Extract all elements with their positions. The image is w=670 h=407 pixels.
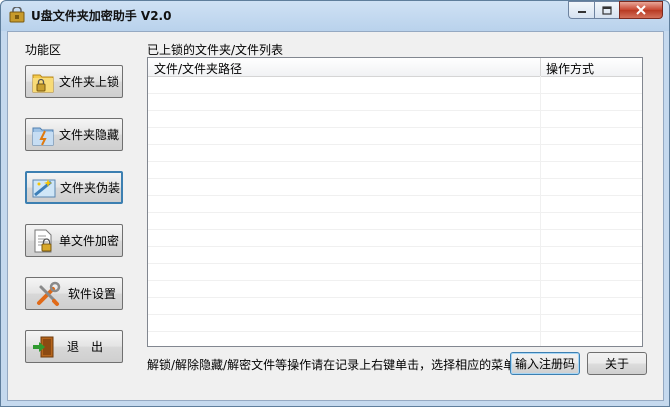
settings-button[interactable]: 软件设置 bbox=[25, 277, 123, 310]
file-encrypt-icon bbox=[29, 227, 57, 255]
app-key-icon bbox=[9, 6, 25, 23]
row-gridline bbox=[148, 161, 642, 162]
folder-disguise-icon bbox=[30, 174, 58, 202]
row-gridline bbox=[148, 280, 642, 281]
lock-folder-button[interactable]: 文件夹上锁 bbox=[25, 65, 123, 98]
row-gridline bbox=[148, 314, 642, 315]
window-controls bbox=[568, 1, 663, 20]
row-gridline bbox=[148, 93, 642, 94]
main-window: U盘文件夹加密助手 V2.0 功能区 文件夹上锁 文件夹隐藏 文件夹伪装 单文件… bbox=[0, 0, 670, 407]
locked-items-list[interactable]: 文件/文件夹路径 操作方式 bbox=[147, 57, 643, 347]
encrypt-file-button[interactable]: 单文件加密 bbox=[25, 224, 123, 257]
minimize-icon bbox=[577, 11, 586, 13]
list-title: 已上锁的文件夹/文件列表 bbox=[147, 43, 284, 57]
row-gridline bbox=[148, 178, 642, 179]
folder-hide-icon bbox=[29, 121, 57, 149]
client-area: 功能区 文件夹上锁 文件夹隐藏 文件夹伪装 单文件加密 软件设置 退 出 已上锁… bbox=[7, 31, 664, 401]
maximize-button[interactable] bbox=[594, 1, 619, 19]
row-gridline bbox=[148, 195, 642, 196]
sidebar-group-label: 功能区 bbox=[25, 43, 62, 57]
exit-button[interactable]: 退 出 bbox=[25, 330, 123, 363]
about-label: 关于 bbox=[604, 357, 629, 371]
disguise-folder-label: 文件夹伪装 bbox=[60, 181, 121, 195]
folder-lock-icon bbox=[29, 68, 57, 96]
register-button[interactable]: 输入注册码 bbox=[510, 352, 580, 375]
row-gridline bbox=[148, 229, 642, 230]
settings-label: 软件设置 bbox=[68, 287, 117, 301]
minimize-button[interactable] bbox=[568, 1, 594, 19]
disguise-folder-button[interactable]: 文件夹伪装 bbox=[25, 171, 123, 204]
maximize-icon bbox=[602, 5, 612, 15]
row-gridline bbox=[148, 297, 642, 298]
exit-label: 退 出 bbox=[67, 340, 104, 354]
operation-hint: 解锁/解除隐藏/解密文件等操作请在记录上右键单击，选择相应的菜单。 bbox=[147, 358, 528, 372]
column-header-path[interactable]: 文件/文件夹路径 bbox=[154, 60, 242, 77]
window-title: U盘文件夹加密助手 V2.0 bbox=[31, 9, 172, 23]
about-button[interactable]: 关于 bbox=[587, 352, 647, 375]
column-gridline bbox=[540, 76, 541, 346]
row-gridline bbox=[148, 331, 642, 332]
list-header: 文件/文件夹路径 操作方式 bbox=[148, 58, 642, 77]
row-gridline bbox=[148, 246, 642, 247]
row-gridline bbox=[148, 110, 642, 111]
tools-icon bbox=[34, 280, 62, 308]
row-gridline bbox=[148, 263, 642, 264]
column-header-operation[interactable]: 操作方式 bbox=[546, 60, 594, 77]
hide-folder-label: 文件夹隐藏 bbox=[59, 128, 120, 142]
close-button[interactable] bbox=[619, 1, 663, 19]
column-divider[interactable] bbox=[540, 58, 541, 76]
register-label: 输入注册码 bbox=[514, 357, 575, 371]
row-gridline bbox=[148, 144, 642, 145]
close-icon bbox=[636, 5, 646, 15]
encrypt-file-label: 单文件加密 bbox=[59, 234, 120, 248]
hide-folder-button[interactable]: 文件夹隐藏 bbox=[25, 118, 123, 151]
row-gridline bbox=[148, 127, 642, 128]
exit-door-icon bbox=[29, 333, 57, 361]
row-gridline bbox=[148, 212, 642, 213]
title-bar[interactable]: U盘文件夹加密助手 V2.0 bbox=[1, 1, 669, 31]
lock-folder-label: 文件夹上锁 bbox=[59, 75, 120, 89]
